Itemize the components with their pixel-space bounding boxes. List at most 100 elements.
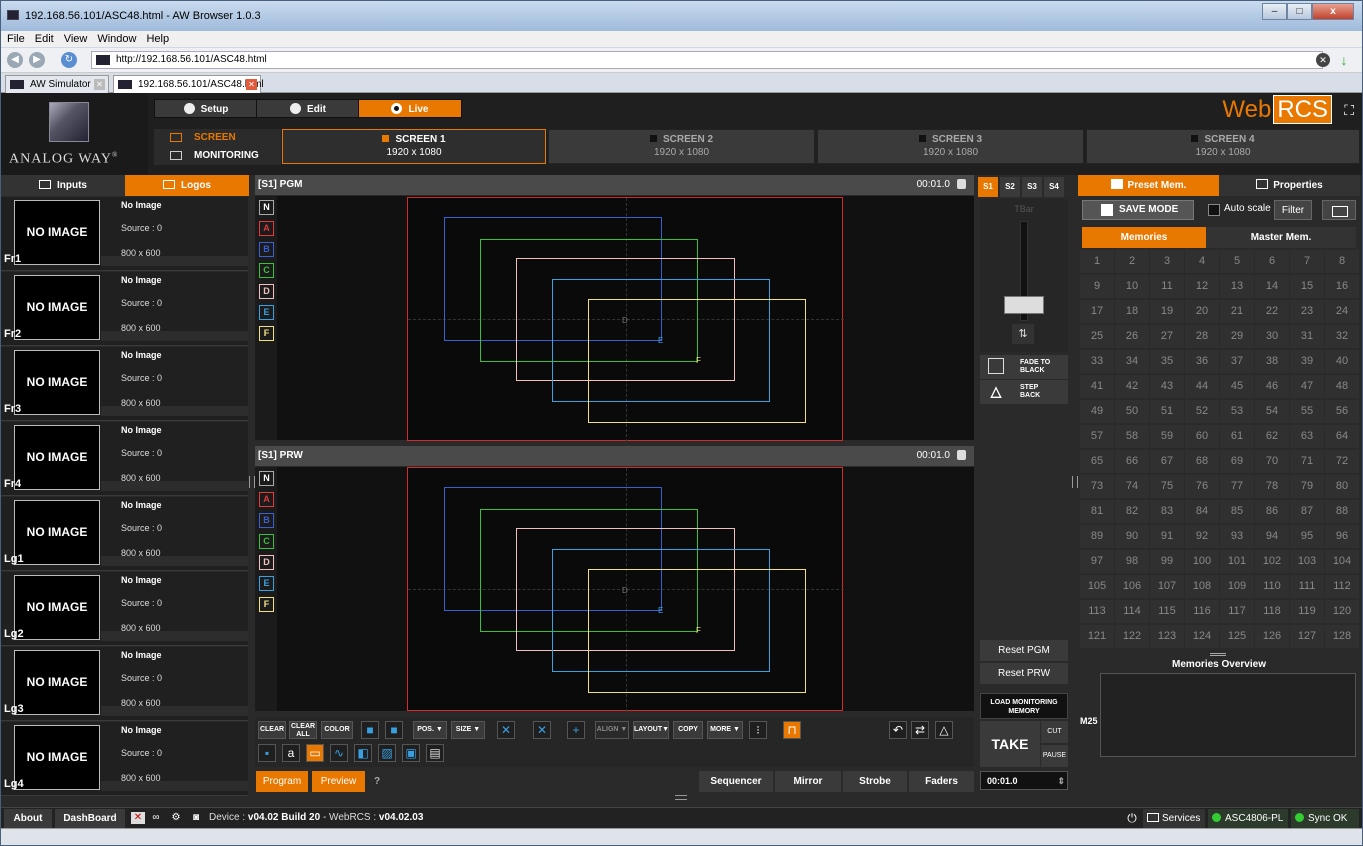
prw-view[interactable]: NABCDEF DEF xyxy=(255,467,974,712)
memory-cell[interactable]: 41 xyxy=(1080,375,1114,398)
memory-cell[interactable]: 55 xyxy=(1290,400,1324,423)
memory-cell[interactable]: 121 xyxy=(1080,625,1114,648)
clear-all-button[interactable]: CLEAR ALL xyxy=(289,721,317,739)
link-icon[interactable]: ∞ xyxy=(149,812,163,824)
memory-cell[interactable]: 90 xyxy=(1115,525,1149,548)
fullscreen-icon[interactable]: ⛶ xyxy=(1344,102,1354,119)
memory-cell[interactable]: 48 xyxy=(1325,375,1359,398)
memory-cell[interactable]: 49 xyxy=(1080,400,1114,423)
tab-preset-mem[interactable]: Preset Mem. xyxy=(1078,175,1219,196)
save-mode-button[interactable]: SAVE MODE xyxy=(1082,200,1194,220)
take-button[interactable]: TAKE xyxy=(980,721,1040,767)
memory-cell[interactable]: 123 xyxy=(1150,625,1184,648)
layer-n-button[interactable]: N xyxy=(259,200,274,215)
menu-window[interactable]: Window xyxy=(97,31,136,47)
back-icon[interactable]: ◀ xyxy=(7,52,23,68)
memory-cell[interactable]: 9 xyxy=(1080,275,1114,298)
auto-scale-checkbox[interactable] xyxy=(1208,204,1220,216)
logo-item[interactable]: NO IMAGE Lg2 No Image Source : 0 800 x 600 xyxy=(1,572,248,646)
memory-cell[interactable]: 68 xyxy=(1185,450,1219,473)
memory-cell[interactable]: 34 xyxy=(1115,350,1149,373)
dashboard-button[interactable]: DashBoard xyxy=(55,809,125,828)
mode-edit-button[interactable]: Edit xyxy=(256,99,360,118)
layer-c-button[interactable]: C xyxy=(259,534,274,549)
memory-cell[interactable]: 61 xyxy=(1220,425,1254,448)
memory-cell[interactable]: 1 xyxy=(1080,250,1114,273)
memory-cell[interactable]: 20 xyxy=(1185,300,1219,323)
memory-cell[interactable]: 104 xyxy=(1325,550,1359,573)
memory-cell[interactable]: 92 xyxy=(1185,525,1219,548)
preview-button[interactable]: Preview xyxy=(312,771,365,792)
memory-cell[interactable]: 15 xyxy=(1290,275,1324,298)
layer-c-button[interactable]: C xyxy=(259,263,274,278)
refresh-icon[interactable]: ↻ xyxy=(61,52,77,68)
memory-cell[interactable]: 81 xyxy=(1080,500,1114,523)
memory-cell[interactable]: 40 xyxy=(1325,350,1359,373)
memory-cell[interactable]: 57 xyxy=(1080,425,1114,448)
memory-cell[interactable]: 72 xyxy=(1325,450,1359,473)
layer-a-button[interactable]: A xyxy=(259,492,274,507)
close-button[interactable]: x xyxy=(1312,3,1354,20)
memory-cell[interactable]: 76 xyxy=(1185,475,1219,498)
stop-icon[interactable]: ✕ xyxy=(1316,53,1330,67)
memory-cell[interactable]: 75 xyxy=(1150,475,1184,498)
tab-properties[interactable]: Properties xyxy=(1219,175,1360,196)
screen-mode-button[interactable]: SCREEN xyxy=(154,129,281,147)
minimize-button[interactable]: – xyxy=(1262,3,1287,20)
camera-icon[interactable]: ◙ xyxy=(189,812,203,824)
step-back-button[interactable]: △ STEP BACK xyxy=(980,380,1068,404)
tools-icon[interactable]: ✕ xyxy=(131,812,145,824)
memory-cell[interactable]: 96 xyxy=(1325,525,1359,548)
screen-tab-s3[interactable]: S3 xyxy=(1022,177,1042,197)
memory-cell[interactable]: 117 xyxy=(1220,600,1254,623)
mode-live-button[interactable]: Live xyxy=(358,99,462,118)
reset-pgm-button[interactable]: Reset PGM xyxy=(980,640,1068,661)
program-button[interactable]: Program xyxy=(256,771,308,792)
memory-cell[interactable]: 46 xyxy=(1255,375,1289,398)
memory-cell[interactable]: 69 xyxy=(1220,450,1254,473)
memory-cell[interactable]: 79 xyxy=(1290,475,1324,498)
memory-cell[interactable]: 26 xyxy=(1115,325,1149,348)
memory-cell[interactable]: 52 xyxy=(1185,400,1219,423)
memory-cell[interactable]: 44 xyxy=(1185,375,1219,398)
logo-item[interactable]: NO IMAGE Fr1 No Image Source : 0 800 x 600 xyxy=(1,197,248,271)
maximize-button[interactable]: □ xyxy=(1287,3,1312,20)
memory-cell[interactable]: 38 xyxy=(1255,350,1289,373)
memory-cell[interactable]: 54 xyxy=(1255,400,1289,423)
snap-icon[interactable]: ⊓ xyxy=(783,721,801,739)
memory-cell[interactable]: 31 xyxy=(1290,325,1324,348)
fit-screen-icon[interactable]: ✕ xyxy=(497,721,515,739)
memory-cell[interactable]: 39 xyxy=(1290,350,1324,373)
size-dropdown[interactable]: SIZE ▼ xyxy=(451,721,485,739)
send-back-icon[interactable]: ■ xyxy=(385,721,403,739)
browser-tab-asc48[interactable]: 192.168.56.101/ASC48.html ✕ xyxy=(113,75,264,93)
transition-curve-icon[interactable]: ∿ xyxy=(330,744,348,762)
layer-d-button[interactable]: D xyxy=(259,284,274,299)
memory-cell[interactable]: 13 xyxy=(1220,275,1254,298)
logo-item[interactable]: NO IMAGE Lg4 No Image Source : 0 800 x 600 xyxy=(1,722,248,796)
memory-cell[interactable]: 63 xyxy=(1290,425,1324,448)
memory-cell[interactable]: 70 xyxy=(1255,450,1289,473)
pattern-icon[interactable]: ▨ xyxy=(378,744,396,762)
memory-cell[interactable]: 118 xyxy=(1255,600,1289,623)
memory-cell[interactable]: 16 xyxy=(1325,275,1359,298)
memory-cell[interactable]: 22 xyxy=(1255,300,1289,323)
memory-cell[interactable]: 84 xyxy=(1185,500,1219,523)
memory-cell[interactable]: 10 xyxy=(1115,275,1149,298)
grid-icon[interactable]: ⁝ xyxy=(749,721,767,739)
crop-icon[interactable]: ▣ xyxy=(402,744,420,762)
menu-edit[interactable]: Edit xyxy=(35,31,54,47)
copy-button[interactable]: COPY xyxy=(673,721,703,739)
menu-file[interactable]: File xyxy=(7,31,25,47)
services-button[interactable]: Services xyxy=(1143,809,1205,828)
memory-cell[interactable]: 14 xyxy=(1255,275,1289,298)
align-dropdown[interactable]: ALIGN ▼ xyxy=(595,721,629,739)
browser-tab-simulator[interactable]: AW Simulator ✕ xyxy=(5,75,109,93)
swap-direction-icon[interactable]: ⇅ xyxy=(1012,324,1034,344)
memory-cell[interactable]: 29 xyxy=(1220,325,1254,348)
swap-icon[interactable]: ⇄ xyxy=(911,721,929,739)
memory-cell[interactable]: 108 xyxy=(1185,575,1219,598)
menu-view[interactable]: View xyxy=(64,31,88,47)
cut-button[interactable]: CUT xyxy=(1041,721,1068,743)
settings-icon[interactable]: ⚙ xyxy=(169,812,183,824)
